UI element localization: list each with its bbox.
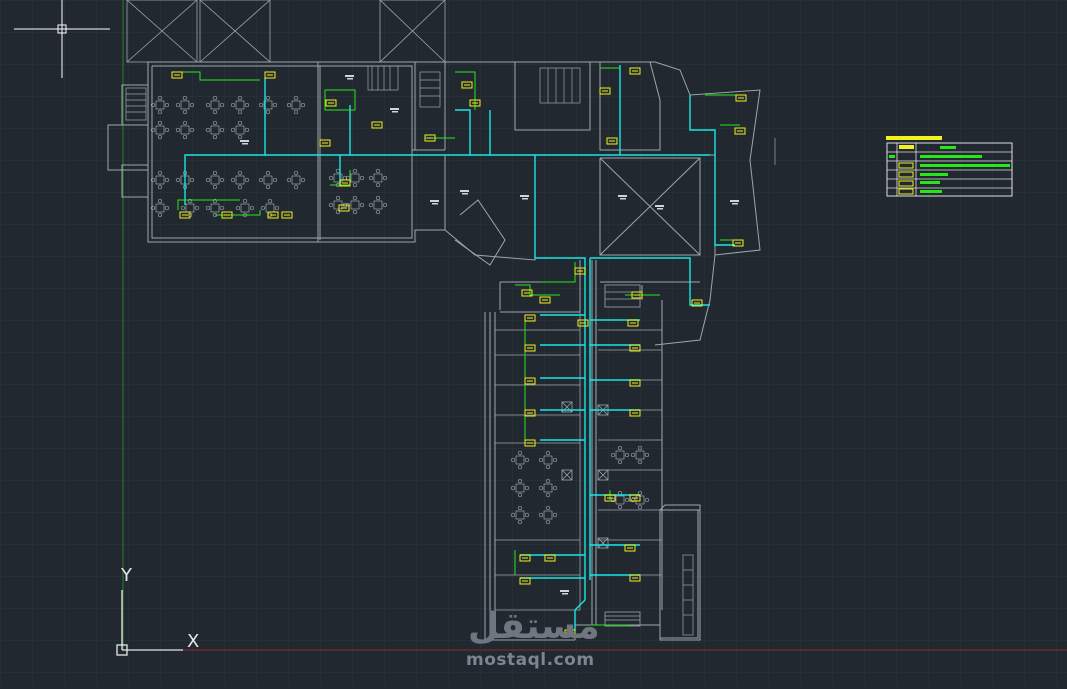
watermark-site-text: mostaql.com [466,650,595,670]
floor-plan-drawing[interactable] [0,0,1067,685]
ucs-y-label: Y [121,565,132,586]
ucs-x-label: X [187,631,200,652]
grid-background [0,0,1067,685]
watermark-logo: مستقل [468,606,600,647]
cad-model-viewport[interactable]: Y X مستقل mostaql.com [0,0,1067,685]
